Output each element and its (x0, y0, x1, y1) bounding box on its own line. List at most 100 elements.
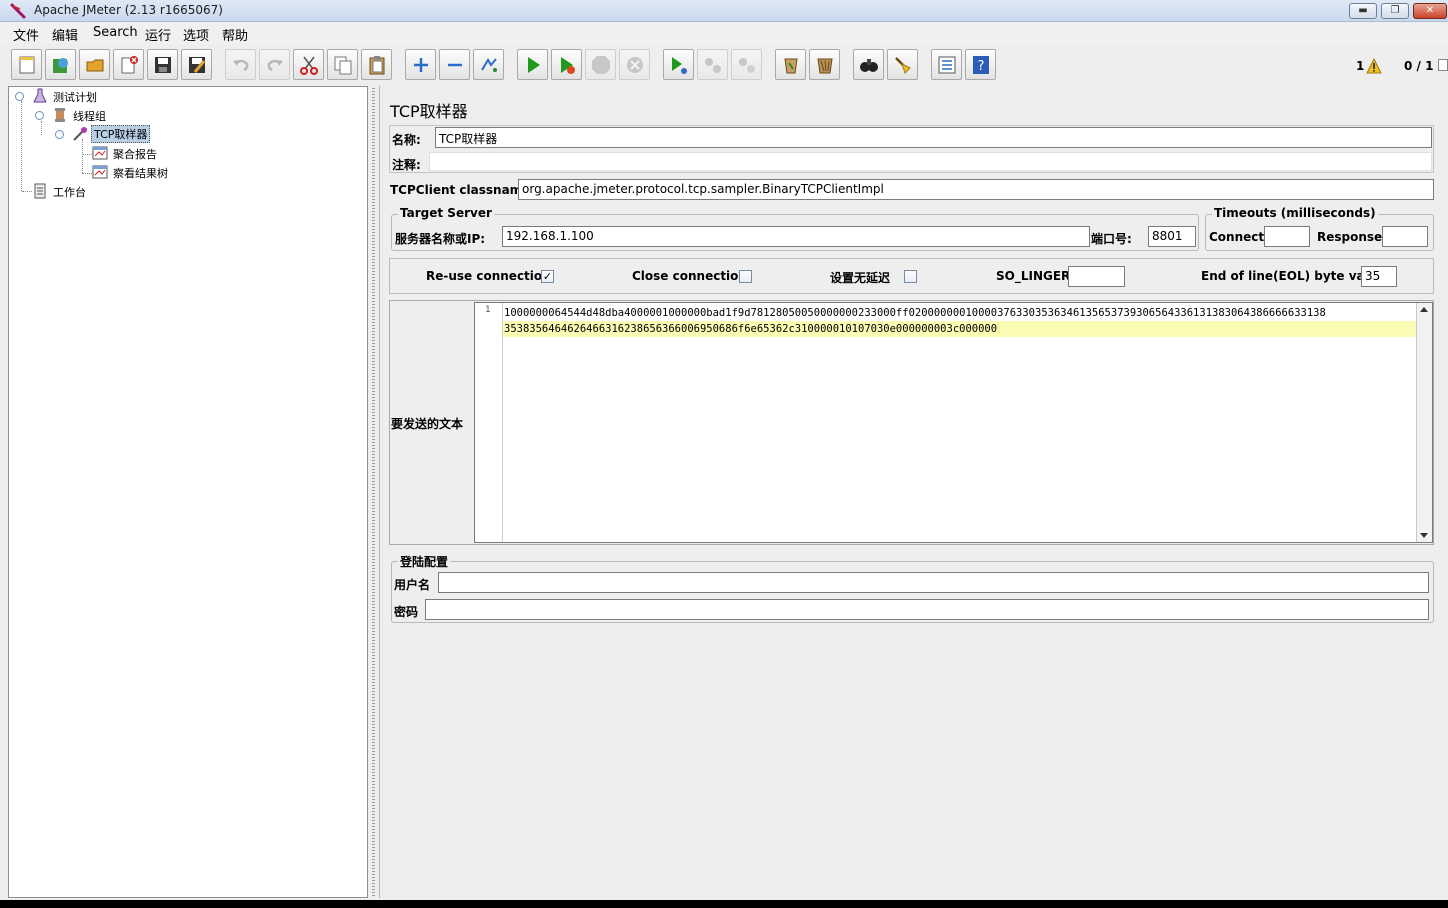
tree-item-label: 工作台 (53, 186, 86, 199)
copy-icon (334, 56, 352, 75)
jmeter-window: Apache JMeter (2.13 r1665067) ▬ ❐ ✕ 文件 编… (0, 0, 1448, 900)
menu-help[interactable]: 帮助 (222, 25, 248, 44)
help-icon: ? (973, 56, 989, 74)
toolbar: ? 1 0 / 1 (0, 44, 1448, 86)
name-field[interactable]: TCP取样器 (435, 127, 1432, 148)
port-label: 端口号: (1091, 232, 1132, 246)
redo-icon (267, 59, 283, 72)
help-button[interactable]: ? (965, 49, 996, 80)
server-field[interactable]: 192.168.1.100 (502, 226, 1090, 247)
remote-shutdown-all-button[interactable] (731, 49, 762, 80)
clear-all-button[interactable] (809, 49, 840, 80)
open-button[interactable] (79, 49, 110, 80)
classname-field[interactable]: org.apache.jmeter.protocol.tcp.sampler.B… (518, 179, 1434, 200)
tree-item-aggregate-report[interactable]: 聚合报告 (9, 144, 209, 162)
remote-start-icon (672, 57, 687, 74)
text-to-send-label: 要发送的文本 (391, 417, 464, 431)
paste-icon (369, 56, 385, 75)
username-label: 用户名 (394, 578, 431, 592)
new-icon (19, 56, 35, 74)
undo-icon (233, 59, 249, 72)
redo-button[interactable] (259, 49, 290, 80)
tree-item-thread-group[interactable]: 线程组 (9, 106, 209, 124)
shutdown-button[interactable] (619, 49, 650, 80)
collapse-all-button[interactable] (439, 49, 470, 80)
save-icon (155, 57, 171, 73)
close-file-button[interactable] (113, 49, 144, 80)
username-field[interactable] (438, 572, 1429, 593)
stop-button[interactable] (585, 49, 616, 80)
line-number-gutter: 1 (475, 303, 503, 542)
password-field[interactable] (425, 599, 1429, 620)
tree-expand-handle[interactable] (15, 92, 24, 101)
new-button[interactable] (11, 49, 42, 80)
remote-stop-all-button[interactable] (697, 49, 728, 80)
tree-item-tcp-sampler[interactable]: TCP取样器 (9, 125, 209, 143)
function-helper-button[interactable] (931, 49, 962, 80)
response-timeout-label: Response: (1317, 230, 1387, 244)
undo-button[interactable] (225, 49, 256, 80)
start-no-pauses-button[interactable] (551, 49, 582, 80)
so-linger-field[interactable] (1068, 266, 1125, 287)
menu-options[interactable]: 选项 (183, 25, 209, 44)
menu-edit[interactable]: 编辑 (52, 25, 78, 44)
tree-expand-handle[interactable] (55, 130, 64, 139)
cut-button[interactable] (293, 49, 324, 80)
window-close-button[interactable]: ✕ (1413, 3, 1447, 19)
expand-icon (414, 58, 428, 72)
test-plan-tree: 测试计划 线程组 TCP取样器 聚合报告 察看结果树 工作台 (8, 86, 368, 898)
page-title: TCP取样器 (390, 102, 468, 121)
comment-label: 注释: (392, 158, 421, 172)
no-delay-checkbox[interactable] (904, 270, 917, 283)
save-as-button[interactable] (181, 49, 212, 80)
tree-item-label: 线程组 (73, 110, 106, 123)
reuse-connection-checkbox[interactable]: ✓ (541, 270, 554, 283)
port-field[interactable]: 8801 (1148, 226, 1196, 247)
tree-item-label: 测试计划 (53, 91, 97, 104)
start-button[interactable] (517, 49, 548, 80)
paste-button[interactable] (361, 49, 392, 80)
stop-icon (592, 56, 610, 74)
classname-label: TCPClient classname: (390, 183, 536, 197)
menu-run[interactable]: 运行 (145, 25, 171, 44)
maximize-button[interactable]: ❐ (1381, 3, 1409, 19)
close-connection-checkbox[interactable] (739, 270, 752, 283)
menu-file[interactable]: 文件 (13, 25, 39, 44)
close-connection-label: Close connection (632, 269, 747, 283)
connect-timeout-field[interactable] (1264, 226, 1310, 247)
tree-expand-handle[interactable] (35, 111, 44, 120)
clear-button[interactable] (775, 49, 806, 80)
reset-search-button[interactable] (887, 49, 918, 80)
scroll-down-arrow-icon[interactable] (1420, 533, 1428, 538)
tree-item-test-plan[interactable]: 测试计划 (9, 87, 209, 105)
tree-item-workbench[interactable]: 工作台 (9, 182, 209, 200)
text-to-send-editor[interactable]: 1 1000000064544d48dba4000001000000bad1f9… (474, 302, 1433, 543)
minimize-button[interactable]: ▬ (1349, 3, 1377, 19)
search-button[interactable] (853, 49, 884, 80)
eol-byte-field[interactable]: 35 (1361, 266, 1397, 287)
editor-vertical-scrollbar[interactable] (1416, 303, 1432, 542)
toggle-button[interactable] (473, 49, 504, 80)
tree-item-label: 聚合报告 (113, 148, 157, 161)
start-no-pause-icon (561, 57, 575, 74)
remote-stop-icon (705, 58, 721, 73)
function-helper-icon (938, 56, 956, 74)
cut-icon (300, 56, 318, 75)
response-timeout-field[interactable] (1382, 226, 1428, 247)
save-button[interactable] (147, 49, 178, 80)
templates-button[interactable] (45, 49, 76, 80)
warning-icon[interactable] (1366, 58, 1382, 74)
password-label: 密码 (394, 605, 419, 619)
remote-start-all-button[interactable] (663, 49, 694, 80)
menu-search[interactable]: Search (93, 25, 138, 40)
copy-button[interactable] (327, 49, 358, 80)
comment-field[interactable] (429, 152, 1432, 171)
window-title: Apache JMeter (2.13 r1665067) (34, 3, 223, 17)
menu-bar: 文件 编辑 Search 运行 选项 帮助 (0, 22, 1448, 44)
scroll-up-arrow-icon[interactable] (1420, 307, 1428, 312)
tree-item-view-results-tree[interactable]: 察看结果树 (9, 163, 209, 181)
split-pane-grip[interactable] (372, 88, 375, 896)
collapse-icon (448, 63, 462, 67)
expand-all-button[interactable] (405, 49, 436, 80)
code-area[interactable]: 1000000064544d48dba4000001000000bad1f9d7… (503, 305, 1416, 337)
